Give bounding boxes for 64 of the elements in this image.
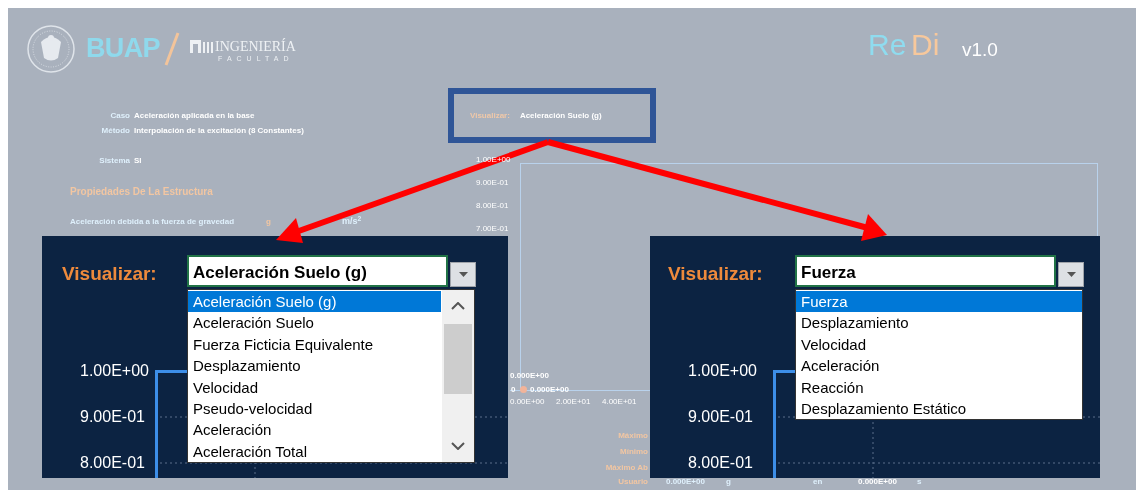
- dropdown-option[interactable]: Desplazamiento: [796, 312, 1082, 334]
- stat-label: Mínimo: [619, 448, 648, 456]
- chevron-down-icon: [451, 442, 465, 451]
- axis-tick-label: 1.00E+00: [688, 363, 757, 379]
- faculty-name: INGENIERÍA: [215, 40, 296, 54]
- field-label: Visualizar:: [470, 109, 510, 122]
- dropdown-option[interactable]: Aceleración Suelo (g): [188, 291, 441, 313]
- axis-tick-label: 9.00E-01: [80, 409, 145, 425]
- stat-value: 0.000E+00: [666, 478, 705, 486]
- dropdown-option[interactable]: Aceleración: [188, 419, 441, 441]
- caret-icon: [458, 272, 468, 277]
- dropdown-option[interactable]: Aceleración: [796, 355, 1082, 377]
- field-label: Sistema: [98, 157, 130, 165]
- dropdown-option[interactable]: Desplazamiento Estático: [796, 397, 1082, 420]
- dropdown-option[interactable]: Fuerza Ficticia Equivalente: [188, 333, 441, 356]
- dropdown-field[interactable]: Fuerza: [795, 255, 1056, 287]
- version-label: v1.0: [962, 40, 998, 59]
- chevron-up-icon: [451, 302, 465, 310]
- dropdown-option[interactable]: Velocidad: [796, 333, 1082, 356]
- dropdown-option[interactable]: Desplazamiento: [188, 355, 441, 377]
- slash-icon: [164, 32, 180, 66]
- data-point: [520, 386, 527, 393]
- data-label: 0.000E+00: [510, 372, 549, 380]
- building-icon: [190, 40, 214, 53]
- scrollbar-thumb[interactable]: [444, 324, 472, 394]
- data-label: 0.000E+00: [530, 386, 569, 394]
- app-title: Di: [911, 30, 940, 60]
- axis-tick-label: 2.00E+01: [556, 398, 591, 406]
- dropdown-option[interactable]: Fuerza: [796, 291, 1082, 313]
- stat-label: Máximo Ab: [604, 464, 648, 472]
- dropdown-option[interactable]: Pseudo-velocidad: [188, 397, 441, 420]
- dropdown-button[interactable]: [450, 262, 476, 287]
- dropdown-option[interactable]: Reacción: [796, 376, 1082, 398]
- axis-tick-label: 8.00E-01: [80, 455, 145, 471]
- stat-label: Usuario: [617, 478, 648, 486]
- field-label: Visualizar:: [668, 264, 763, 283]
- axis-tick-label: 9.00E-01: [688, 409, 753, 425]
- unit-label: g: [726, 478, 731, 486]
- dropdown-option[interactable]: Aceleración Suelo: [188, 312, 441, 334]
- scrollbar[interactable]: [442, 290, 474, 463]
- field-label: Caso: [109, 112, 130, 120]
- dropdown-field[interactable]: Aceleración Suelo (g): [187, 255, 448, 287]
- axis-tick-label: 1.00E+00: [80, 363, 149, 379]
- axis-tick-label: 4.00E+01: [602, 398, 637, 406]
- field-label: Visualizar:: [62, 264, 157, 283]
- field-label: en: [813, 478, 823, 486]
- dropdown-option[interactable]: Velocidad: [188, 376, 441, 398]
- axis-tick-label: 9.00E-01: [476, 179, 509, 187]
- axis-tick-label: 8.00E-01: [476, 202, 509, 210]
- property-symbol: g: [266, 218, 271, 226]
- stat-label: Máximo: [617, 432, 648, 440]
- property-label: Aceleración debida a la fuerza de gravedad: [70, 218, 235, 226]
- axis-tick-label: 7.00E-01: [476, 225, 509, 233]
- axis-tick-label: 8.00E-01: [688, 455, 753, 471]
- dropdown-button[interactable]: [1058, 262, 1084, 287]
- section-title: Propiedades De La Estructura: [70, 187, 213, 197]
- stat-value: 0.000E+00: [858, 478, 897, 486]
- caret-icon: [1066, 272, 1076, 277]
- unit-label: m/s$^{2}$: [342, 217, 362, 226]
- data-label: 0: [511, 386, 516, 394]
- field-label: Método: [100, 127, 130, 135]
- axis-tick-label: 0.00E+00: [510, 398, 545, 406]
- dropdown-option[interactable]: Aceleración Total: [188, 440, 441, 463]
- unit-label: s: [917, 478, 922, 486]
